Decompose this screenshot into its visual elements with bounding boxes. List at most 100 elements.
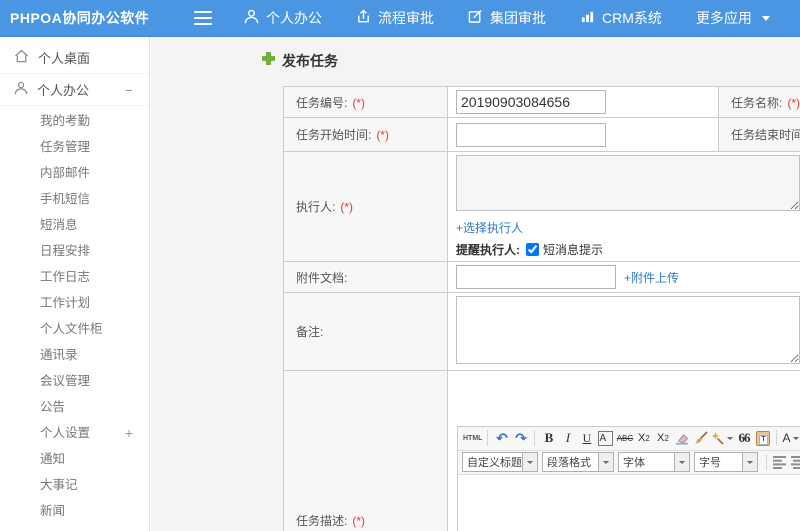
nav-personal-office[interactable]: 个人办公 [244,8,322,28]
nav-label: 流程审批 [378,10,434,26]
subscript-button[interactable]: X2 [654,429,671,447]
bar-chart-icon [580,9,595,27]
attachment-upload-link[interactable]: +附件上传 [624,269,679,286]
font-style-button[interactable]: A [597,429,614,447]
editor-content[interactable] [458,474,800,531]
font-family-select[interactable]: 字体 [618,452,690,472]
choose-executor-link[interactable]: +选择执行人 [456,219,523,236]
required-mark: (*) [340,200,354,214]
editor-toolbar-2: 自定义标题 段落格式 字体 字号 [458,450,800,475]
menu-toggle-icon[interactable] [194,11,212,25]
task-number-row: 任务编号:(*) 任务名称:(*) [283,86,800,118]
undo-icon[interactable]: ↶ [493,429,510,447]
sidebar-item-work-log[interactable]: 工作日志 [0,264,149,290]
task-name-label: 任务名称: (*) [718,86,800,118]
top-bar: PHPOA协同办公软件 个人办公 流程审批 集团审批 CRM系统 更多应用 [0,0,800,37]
task-number-input[interactable] [456,90,606,114]
sidebar-item-tasks[interactable]: 任务管理 [0,134,149,160]
bold-button[interactable]: B [540,429,557,447]
task-time-row: 任务开始时间:(*) 任务结束时间:(*) [283,117,800,152]
remark-label: 备注: [283,292,448,371]
custom-title-select[interactable]: 自定义标题 [462,452,538,472]
description-label: 任务描述: (*) [283,370,448,531]
app-logo[interactable]: PHPOA协同办公软件 [0,8,176,28]
top-nav: 个人办公 流程审批 集团审批 CRM系统 更多应用 [244,8,770,28]
sidebar-item-events[interactable]: 大事记 [0,472,149,498]
align-center-icon[interactable] [791,455,800,469]
page-title: 发布任务 [282,53,338,69]
required-mark: (*) [376,128,390,142]
eraser-icon[interactable] [673,429,690,447]
nav-group-approval[interactable]: 集团审批 [468,8,546,28]
nav-workflow-approval[interactable]: 流程审批 [356,8,434,28]
sms-remind-checkbox[interactable] [526,243,539,256]
sidebar-item-contacts[interactable]: 通讯录 [0,342,149,368]
brush-icon[interactable] [692,429,709,447]
sidebar-item-messages[interactable]: 短消息 [0,212,149,238]
expand-icon[interactable]: + [125,420,133,446]
nav-more-apps[interactable]: 更多应用 [696,8,770,28]
remark-row: 备注: [283,292,800,371]
blockquote-button[interactable]: 66 [735,429,752,447]
align-left-icon[interactable] [773,455,787,469]
sidebar-item-work-plan[interactable]: 工作计划 [0,290,149,316]
sidebar-item-news[interactable]: 新闻 [0,498,149,524]
toolbar-separator [534,430,536,446]
user-icon [244,9,259,27]
caret-down-icon [793,437,800,443]
description-row: 任务描述: (*) HTML ↶ ↷ B I U A ABC X 2 X 2 6… [283,370,800,531]
user-icon [14,81,28,98]
sidebar-item-office[interactable]: 个人办公 − [0,74,149,106]
paragraph-format-select[interactable]: 段落格式 [542,452,614,472]
paste-from-word-icon[interactable]: T [754,429,771,447]
font-size-select[interactable]: 字号 [694,452,758,472]
sidebar-item-label: 个人设置 [40,426,91,440]
sidebar-item-settings[interactable]: 个人设置 + [0,420,149,446]
sidebar-item-phone-sms[interactable]: 手机短信 [0,186,149,212]
start-time-label: 任务开始时间: (*) [283,117,448,152]
executor-textarea[interactable] [456,155,800,211]
attachment-input[interactable] [456,265,616,289]
strikethrough-button[interactable]: ABC [616,429,633,447]
sms-remind-label: 短消息提示 [543,243,604,257]
attachment-row: 附件文档: +附件上传 [283,261,800,293]
sidebar-item-schedule[interactable]: 日程安排 [0,238,149,264]
required-mark: (*) [787,95,800,110]
sidebar-submenu: 我的考勤 任务管理 内部邮件 手机短信 短消息 日程安排 工作日志 工作计划 个… [0,106,149,524]
superscript-button[interactable]: X2 [635,429,652,447]
sidebar-item-announcements[interactable]: 公告 [0,394,149,420]
required-mark: (*) [352,514,366,528]
remark-textarea[interactable] [456,296,800,364]
page-title-row: 发布任务 [262,51,338,71]
publish-task-form: 任务编号:(*) 任务名称:(*) 任务开始时间:(*) 任务结束时间:(*) … [283,86,800,531]
flow-icon [356,9,371,27]
underline-button[interactable]: U [578,429,595,447]
nav-crm[interactable]: CRM系统 [580,8,662,28]
sidebar-item-notices[interactable]: 通知 [0,446,149,472]
sidebar-item-desktop[interactable]: 个人桌面 [0,42,149,74]
font-color-button[interactable]: A [782,429,800,447]
editor-toolbar-1: HTML ↶ ↷ B I U A ABC X2 X 2 66 T A [458,426,800,451]
source-code-button[interactable]: HTML [463,429,482,447]
sidebar-item-file-cabinet[interactable]: 个人文件柜 [0,316,149,342]
sidebar-item-attendance[interactable]: 我的考勤 [0,108,149,134]
nav-label: CRM系统 [602,10,662,26]
highlight-color-icon[interactable] [711,429,734,447]
nav-label: 个人办公 [266,10,322,26]
end-time-label: 任务结束时间:(*) [718,117,800,152]
add-icon [262,52,275,70]
caret-down-icon [761,15,770,21]
start-time-input[interactable] [456,122,606,147]
sidebar-item-meetings[interactable]: 会议管理 [0,368,149,394]
caret-down-icon [742,453,757,471]
executor-label: 执行人: (*) [283,151,448,262]
main-content: 发布任务 任务编号:(*) 任务名称:(*) 任务开始时间:(*) 任务结束时间… [151,36,800,531]
italic-button[interactable]: I [559,429,576,447]
toolbar-separator [766,454,767,470]
sidebar-item-internal-mail[interactable]: 内部邮件 [0,160,149,186]
toolbar-separator [776,430,778,446]
collapse-icon[interactable]: − [125,82,139,98]
redo-icon[interactable]: ↷ [512,429,529,447]
nav-label: 更多应用 [695,10,752,26]
home-icon [14,49,29,66]
